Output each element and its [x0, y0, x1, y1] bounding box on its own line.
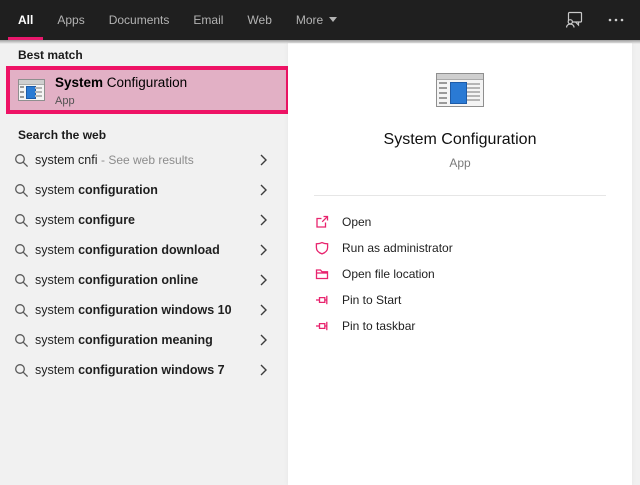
chevron-right-icon[interactable] [260, 154, 268, 167]
search-suggestion[interactable]: system cnfi - See web results [0, 145, 288, 175]
tab-email[interactable]: Email [183, 0, 233, 40]
pin-icon [315, 293, 329, 307]
search-results-panel: Best match System Configuration App Sear… [0, 40, 290, 485]
chevron-right-icon[interactable] [260, 304, 268, 317]
topbar-shadow [0, 40, 640, 44]
search-suggestion[interactable]: system configuration windows 7 [0, 355, 288, 385]
chevron-right-icon[interactable] [260, 184, 268, 197]
preview-subtitle: App [449, 156, 471, 170]
tab-all[interactable]: All [8, 0, 44, 40]
chevron-right-icon[interactable] [260, 364, 268, 377]
preview-panel: System Configuration App Open Run as adm… [288, 43, 632, 485]
search-web-header: Search the web [18, 128, 107, 142]
chevron-right-icon[interactable] [260, 214, 268, 227]
best-match-title: System Configuration [55, 74, 188, 90]
tab-web[interactable]: Web [237, 0, 281, 40]
open-icon [315, 215, 329, 229]
search-suggestion[interactable]: system configuration download [0, 235, 288, 265]
action-run-as-administrator[interactable]: Run as administrator [288, 235, 632, 261]
pin-icon [315, 319, 329, 333]
best-match-result[interactable]: System Configuration App [6, 66, 290, 114]
search-icon [14, 152, 30, 168]
search-icon [14, 302, 30, 318]
action-open[interactable]: Open [288, 209, 632, 235]
divider [314, 195, 606, 196]
folder-icon [315, 267, 329, 281]
chevron-right-icon[interactable] [260, 274, 268, 287]
feedback-icon[interactable] [564, 0, 584, 40]
system-configuration-app-icon [18, 79, 45, 101]
tab-apps[interactable]: Apps [47, 0, 94, 40]
search-icon [14, 242, 30, 258]
chevron-right-icon[interactable] [260, 244, 268, 257]
tab-more[interactable]: More [286, 0, 347, 40]
tab-documents[interactable]: Documents [99, 0, 180, 40]
search-icon [14, 182, 30, 198]
action-pin-to-start[interactable]: Pin to Start [288, 287, 632, 313]
search-suggestion[interactable]: system configuration online [0, 265, 288, 295]
ellipsis-icon[interactable] [608, 0, 624, 40]
admin-shield-icon [315, 241, 329, 255]
search-filter-bar: All Apps Documents Email Web More [0, 0, 640, 40]
search-icon [14, 272, 30, 288]
action-open-file-location[interactable]: Open file location [288, 261, 632, 287]
web-suggestions-list: system cnfi - See web results system con… [0, 145, 288, 385]
search-icon [14, 332, 30, 348]
search-suggestion[interactable]: system configuration windows 10 [0, 295, 288, 325]
best-match-header: Best match [18, 48, 83, 62]
chevron-down-icon [329, 17, 338, 22]
system-configuration-app-icon-large [436, 73, 484, 107]
best-match-subtitle: App [55, 94, 75, 107]
action-pin-to-taskbar[interactable]: Pin to taskbar [288, 313, 632, 339]
preview-title: System Configuration [383, 131, 537, 148]
search-suggestion[interactable]: system configuration meaning [0, 325, 288, 355]
search-suggestion[interactable]: system configure [0, 205, 288, 235]
search-icon [14, 212, 30, 228]
search-suggestion[interactable]: system configuration [0, 175, 288, 205]
search-icon [14, 362, 30, 378]
chevron-right-icon[interactable] [260, 334, 268, 347]
context-actions: Open Run as administrator Open file loca… [288, 209, 632, 339]
